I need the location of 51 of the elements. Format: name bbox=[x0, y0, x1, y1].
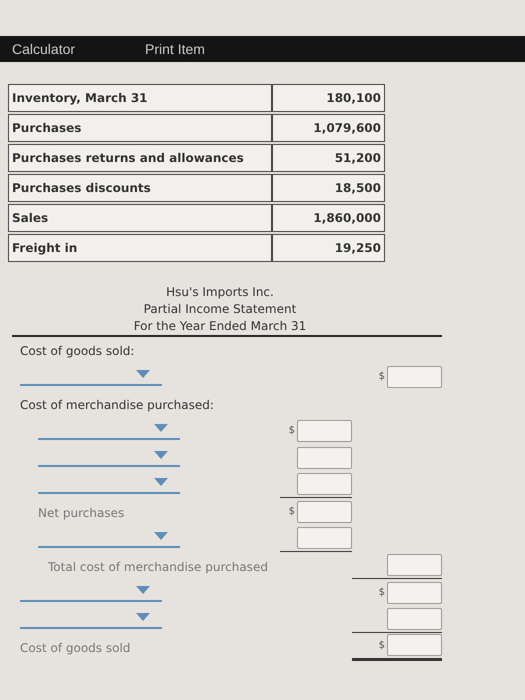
caret-icon bbox=[136, 370, 150, 378]
dropdown-field[interactable] bbox=[38, 424, 180, 440]
currency-sign: $ bbox=[378, 370, 385, 384]
table-cell: Purchases discounts bbox=[8, 174, 272, 202]
heading-text: For the Year Ended March 31 bbox=[134, 319, 306, 333]
label-text: Cost of goods sold bbox=[19, 640, 130, 654]
dropdown-field[interactable] bbox=[20, 370, 162, 386]
amount-field[interactable] bbox=[297, 527, 352, 549]
amount-field[interactable] bbox=[387, 608, 442, 630]
amount-field[interactable] bbox=[297, 446, 352, 468]
dropdown-field[interactable] bbox=[20, 612, 162, 628]
label-text: Cost of goods sold: bbox=[19, 344, 134, 358]
currency-sign: $ bbox=[378, 586, 385, 600]
amount-field[interactable] bbox=[297, 473, 352, 495]
table-cell: Sales bbox=[8, 204, 272, 232]
table-cell: Purchases bbox=[8, 114, 272, 142]
table-cell: Purchases returns and allowances bbox=[8, 144, 272, 172]
heading-text: Partial Income Statement bbox=[144, 302, 296, 316]
currency-sign: $ bbox=[288, 505, 295, 519]
amount-field[interactable] bbox=[297, 500, 352, 522]
toolbar-button[interactable]: Calculator bbox=[12, 38, 76, 60]
caret-icon bbox=[154, 532, 168, 540]
currency-sign: $ bbox=[378, 638, 385, 652]
dropdown-field[interactable] bbox=[38, 532, 180, 548]
amount-field[interactable] bbox=[387, 582, 442, 604]
table-cell: 19,250 bbox=[272, 234, 385, 262]
label-text: Total cost of merchandise purchased bbox=[47, 560, 268, 574]
table-cell: 1,860,000 bbox=[272, 204, 385, 232]
caret-icon bbox=[154, 450, 168, 458]
table-cell: 180,100 bbox=[272, 84, 385, 112]
table-cell: Freight in bbox=[8, 234, 272, 262]
table-cell: 1,079,600 bbox=[272, 114, 385, 142]
toolbar-button[interactable]: Print Item bbox=[145, 38, 205, 60]
label-text: Net purchases bbox=[37, 506, 124, 520]
amount-field[interactable] bbox=[387, 366, 442, 388]
heading-text: Hsu's Imports Inc. bbox=[166, 285, 274, 299]
label-text: Cost of merchandise purchased: bbox=[19, 398, 214, 412]
caret-icon bbox=[136, 612, 150, 620]
dropdown-field[interactable] bbox=[20, 586, 162, 602]
amount-field[interactable] bbox=[387, 634, 442, 656]
table-cell: Inventory, March 31 bbox=[8, 84, 272, 112]
caret-icon bbox=[136, 586, 150, 594]
dropdown-field[interactable] bbox=[38, 450, 180, 466]
currency-sign: $ bbox=[288, 424, 295, 438]
table-cell: 51,200 bbox=[272, 144, 385, 172]
caret-icon bbox=[154, 424, 168, 432]
amount-field[interactable] bbox=[387, 554, 442, 576]
table-cell: 18,500 bbox=[272, 174, 385, 202]
amount-field[interactable] bbox=[297, 420, 352, 442]
caret-icon bbox=[154, 478, 168, 486]
dropdown-field[interactable] bbox=[38, 478, 180, 494]
